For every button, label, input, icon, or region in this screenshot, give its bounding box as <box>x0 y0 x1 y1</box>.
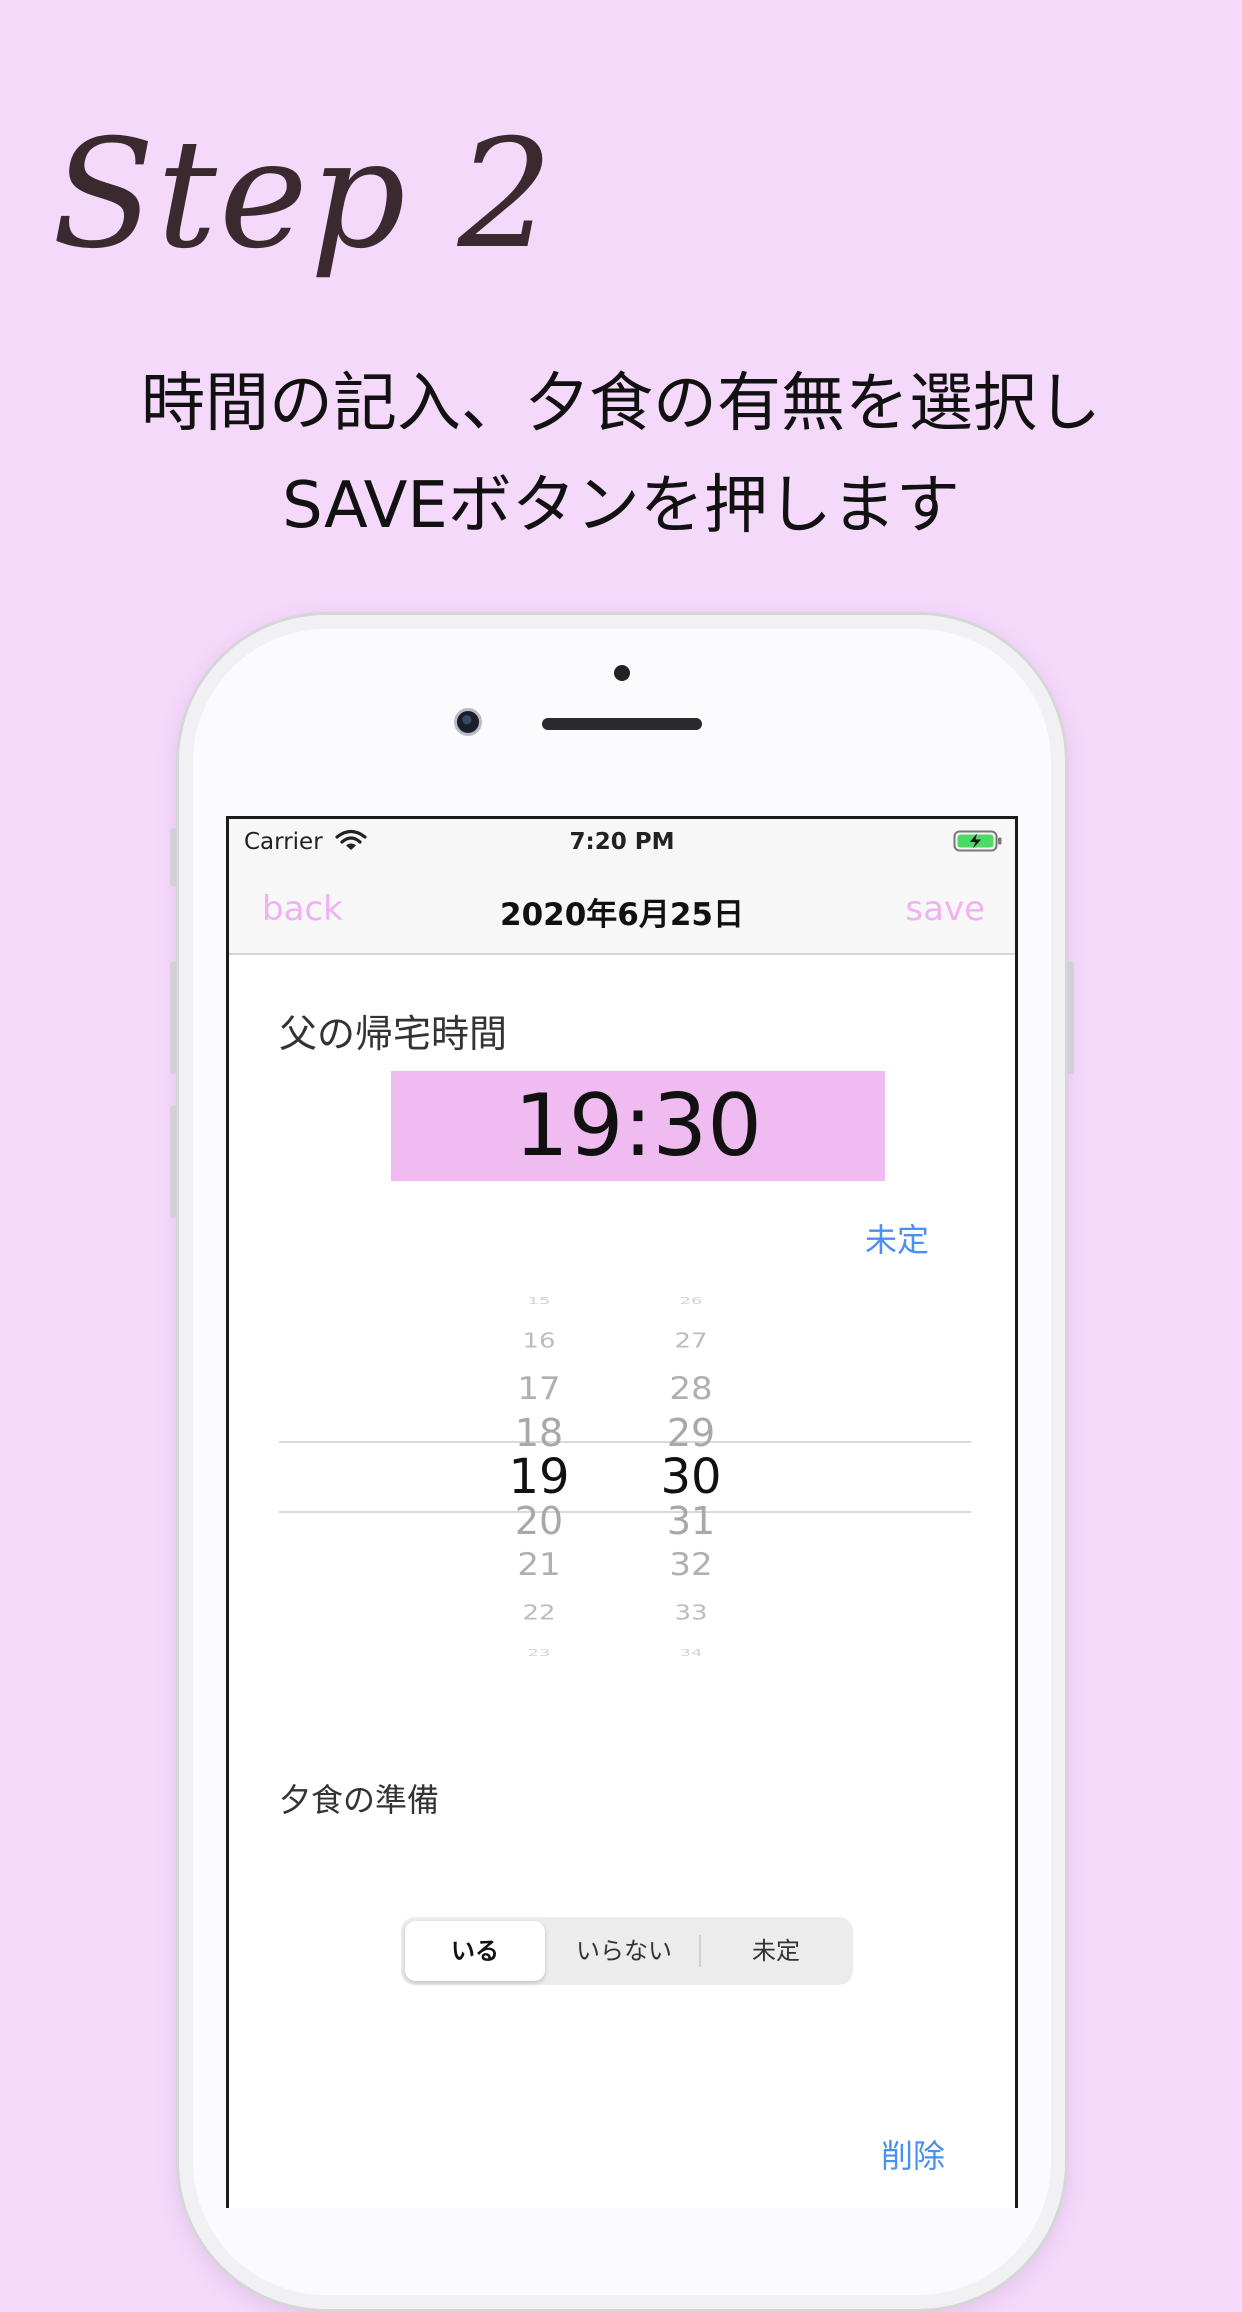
segment-undecided[interactable]: 未定 <box>701 1921 851 1981</box>
headline-line-1: 時間の記入、夕食の有無を選択し <box>141 367 1101 441</box>
hour-option[interactable]: 15 <box>479 1296 599 1306</box>
battery-charging-icon <box>953 830 1002 852</box>
time-display: 19:30 <box>391 1071 885 1181</box>
return-time-label: 父の帰宅時間 <box>279 1012 508 1056</box>
hour-option[interactable]: 23 <box>479 1648 599 1658</box>
proximity-sensor <box>614 665 630 681</box>
save-button[interactable]: save <box>905 889 985 929</box>
status-bar: Carrier 7:20 PM <box>229 819 1015 863</box>
hour-option-selected[interactable]: 19 <box>479 1453 599 1501</box>
minute-option[interactable]: 34 <box>631 1648 751 1658</box>
minute-option[interactable]: 32 <box>631 1549 751 1580</box>
hour-option[interactable]: 17 <box>479 1373 599 1404</box>
segment-not-needed[interactable]: いらない <box>549 1921 699 1981</box>
minute-option-selected[interactable]: 30 <box>631 1453 751 1501</box>
headline-line-2: SAVEボタンを押します <box>282 469 960 543</box>
picker-selection-band <box>279 1441 971 1513</box>
delete-button[interactable]: 削除 <box>881 2131 945 2177</box>
minute-option[interactable]: 29 <box>631 1414 751 1452</box>
dinner-prep-label: 夕食の準備 <box>279 1781 440 1819</box>
segment-needed[interactable]: いる <box>405 1921 545 1981</box>
hour-option[interactable]: 22 <box>479 1603 599 1624</box>
time-picker[interactable]: 15 16 17 18 19 20 21 22 23 26 27 28 29 3… <box>279 1289 971 1663</box>
dinner-segmented-control[interactable]: いる いらない 未定 <box>401 1917 853 1985</box>
step-title: Step 2 <box>52 108 555 282</box>
minute-option[interactable]: 31 <box>631 1502 751 1540</box>
minute-option[interactable]: 27 <box>631 1331 751 1352</box>
hour-picker-column[interactable]: 15 16 17 18 19 20 21 22 23 <box>479 1289 599 1663</box>
hour-option[interactable]: 21 <box>479 1549 599 1580</box>
nav-title-date: 2020年6月25日 <box>500 897 744 933</box>
hour-option[interactable]: 18 <box>479 1414 599 1452</box>
hour-option[interactable]: 16 <box>479 1331 599 1352</box>
earpiece-speaker <box>542 718 702 730</box>
minute-option[interactable]: 28 <box>631 1373 751 1404</box>
minute-picker-column[interactable]: 26 27 28 29 30 31 32 33 34 <box>631 1289 751 1663</box>
status-time: 7:20 PM <box>569 829 675 855</box>
front-camera <box>454 708 482 736</box>
minute-option[interactable]: 26 <box>631 1296 751 1306</box>
navigation-bar: back 2020年6月25日 save <box>229 863 1015 955</box>
hour-option[interactable]: 20 <box>479 1502 599 1540</box>
phone-screen: Carrier 7:20 PM back 2020年6月25日 save 父の帰… <box>226 816 1018 2208</box>
time-undecided-button[interactable]: 未定 <box>865 1215 929 1261</box>
minute-option[interactable]: 33 <box>631 1603 751 1624</box>
